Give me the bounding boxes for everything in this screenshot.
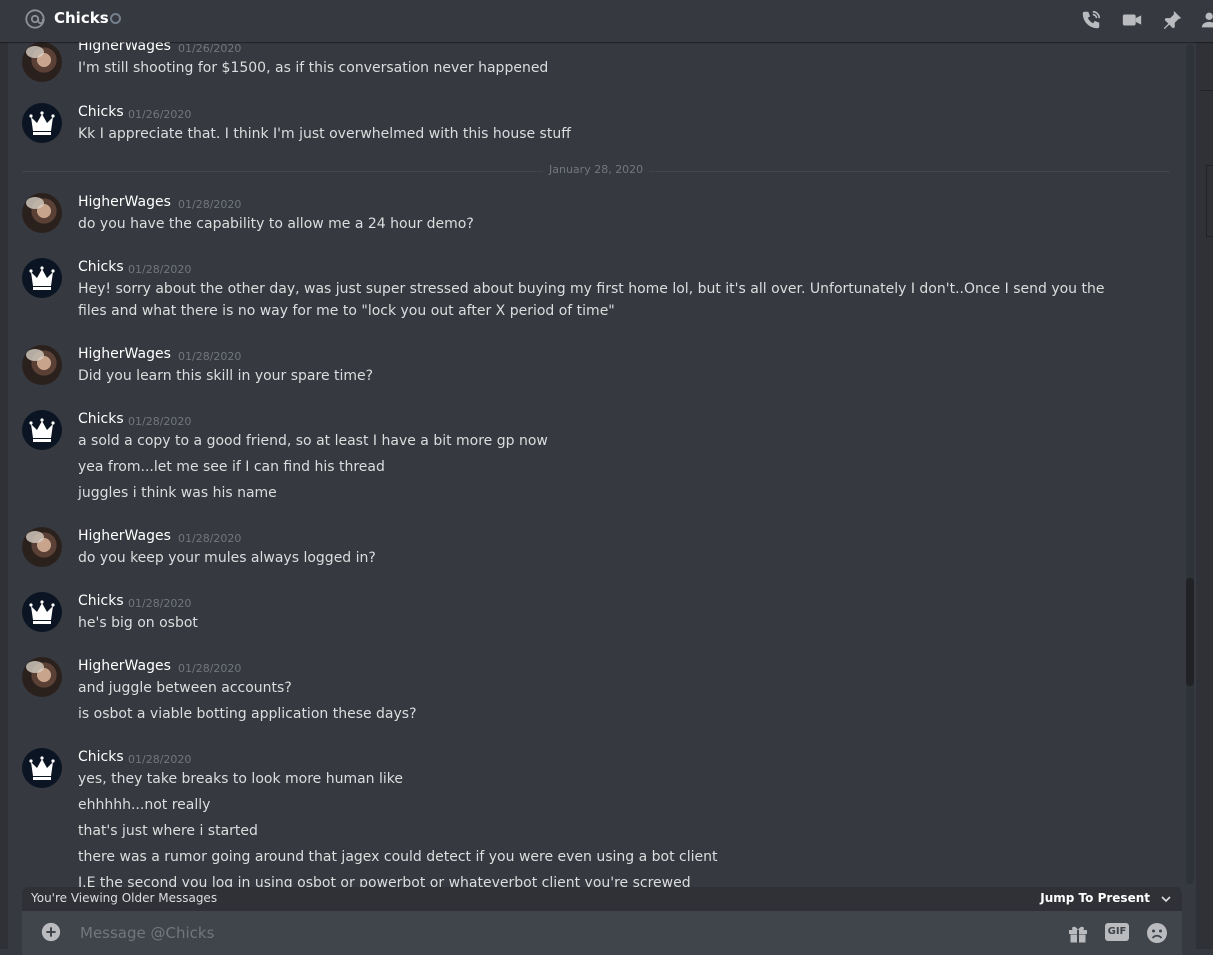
right-panel-box [1206, 165, 1213, 237]
timestamp: 01/28/2020 [128, 263, 192, 276]
message-text: is osbot a viable botting application th… [78, 706, 417, 722]
message-text: Kk I appreciate that. I think I'm just o… [78, 126, 571, 142]
crown-icon [29, 111, 55, 135]
message-text: ehhhhh...not really [78, 797, 211, 813]
username[interactable]: Chicks [78, 411, 124, 427]
message-text: I.E the second you log in using osbot or… [78, 875, 691, 887]
older-messages-label: You're Viewing Older Messages [31, 891, 218, 905]
timestamp: 01/28/2020 [178, 350, 242, 363]
avatar[interactable] [22, 527, 62, 567]
username[interactable]: HigherWages [78, 346, 171, 362]
message-text: juggles i think was his name [78, 485, 277, 501]
timestamp: 01/28/2020 [178, 662, 242, 675]
avatar[interactable] [22, 345, 62, 385]
crown-icon [29, 600, 55, 624]
timestamp: 01/28/2020 [178, 532, 242, 545]
avatar[interactable] [22, 592, 62, 632]
timestamp: 01/26/2020 [178, 42, 242, 55]
message-input[interactable] [78, 920, 982, 946]
avatar[interactable] [22, 193, 62, 233]
gift-icon[interactable] [1066, 921, 1090, 945]
left-edge [0, 42, 8, 949]
crown-icon [29, 756, 55, 780]
username[interactable]: Chicks [78, 104, 124, 120]
crown-icon [29, 418, 55, 442]
message-text: yea from...let me see if I can find his … [78, 459, 385, 475]
chevron-down-icon[interactable] [1160, 893, 1172, 905]
avatar[interactable] [22, 410, 62, 450]
status-icon [110, 13, 121, 24]
message-text: Hey! sorry about the other day, was just… [78, 281, 1105, 319]
timestamp: 01/28/2020 [178, 198, 242, 211]
username[interactable]: HigherWages [78, 42, 171, 54]
members-icon[interactable] [1200, 9, 1213, 31]
plus-circle-icon[interactable] [40, 921, 62, 943]
username[interactable]: HigherWages [78, 658, 171, 674]
username[interactable]: HigherWages [78, 194, 171, 210]
avatar[interactable] [22, 103, 62, 143]
username[interactable]: HigherWages [78, 528, 171, 544]
timestamp: 01/28/2020 [128, 415, 192, 428]
scrollbar-track[interactable] [1186, 44, 1194, 884]
avatar[interactable] [22, 42, 62, 82]
username[interactable]: Chicks [78, 749, 124, 765]
message-text: a sold a copy to a good friend, so at le… [78, 433, 548, 449]
timestamp: 01/28/2020 [128, 753, 192, 766]
scrollbar-thumb[interactable] [1186, 578, 1194, 686]
channel-name: Chicks [54, 9, 109, 27]
channel-header: Chicks [0, 0, 1213, 42]
timestamp: 01/28/2020 [128, 597, 192, 610]
at-icon [25, 9, 45, 29]
message-text: do you have the capability to allow me a… [78, 216, 474, 232]
avatar[interactable] [22, 657, 62, 697]
older-messages-bar: You're Viewing Older Messages Jump To Pr… [22, 887, 1182, 911]
message-text: I'm still shooting for $1500, as if this… [78, 60, 549, 76]
gif-icon[interactable]: GIF [1105, 923, 1129, 941]
right-panel-divider [1200, 90, 1213, 91]
avatar[interactable] [22, 748, 62, 788]
message-text: and juggle between accounts? [78, 680, 292, 696]
video-icon[interactable] [1121, 9, 1143, 31]
emoji-icon[interactable] [1145, 921, 1169, 945]
message-text: Did you learn this skill in your spare t… [78, 368, 374, 384]
message-text: he's big on osbot [78, 615, 198, 631]
call-icon[interactable] [1080, 9, 1102, 31]
avatar[interactable] [22, 258, 62, 298]
message-list: HigherWages 01/26/2020 I'm still shootin… [8, 42, 1184, 887]
jump-to-present-button[interactable]: Jump To Present [1040, 891, 1150, 905]
username[interactable]: Chicks [78, 259, 124, 275]
pin-icon[interactable] [1161, 9, 1183, 31]
username[interactable]: Chicks [78, 593, 124, 609]
message-text: there was a rumor going around that jage… [78, 849, 718, 865]
crown-icon [29, 266, 55, 290]
message-text: do you keep your mules always logged in? [78, 550, 376, 566]
timestamp: 01/26/2020 [128, 108, 192, 121]
message-text: yes, they take breaks to look more human… [78, 771, 404, 787]
message-text: that's just where i started [78, 823, 258, 839]
date-divider-label: January 28, 2020 [543, 163, 650, 176]
message-composer: GIF [22, 911, 1182, 955]
